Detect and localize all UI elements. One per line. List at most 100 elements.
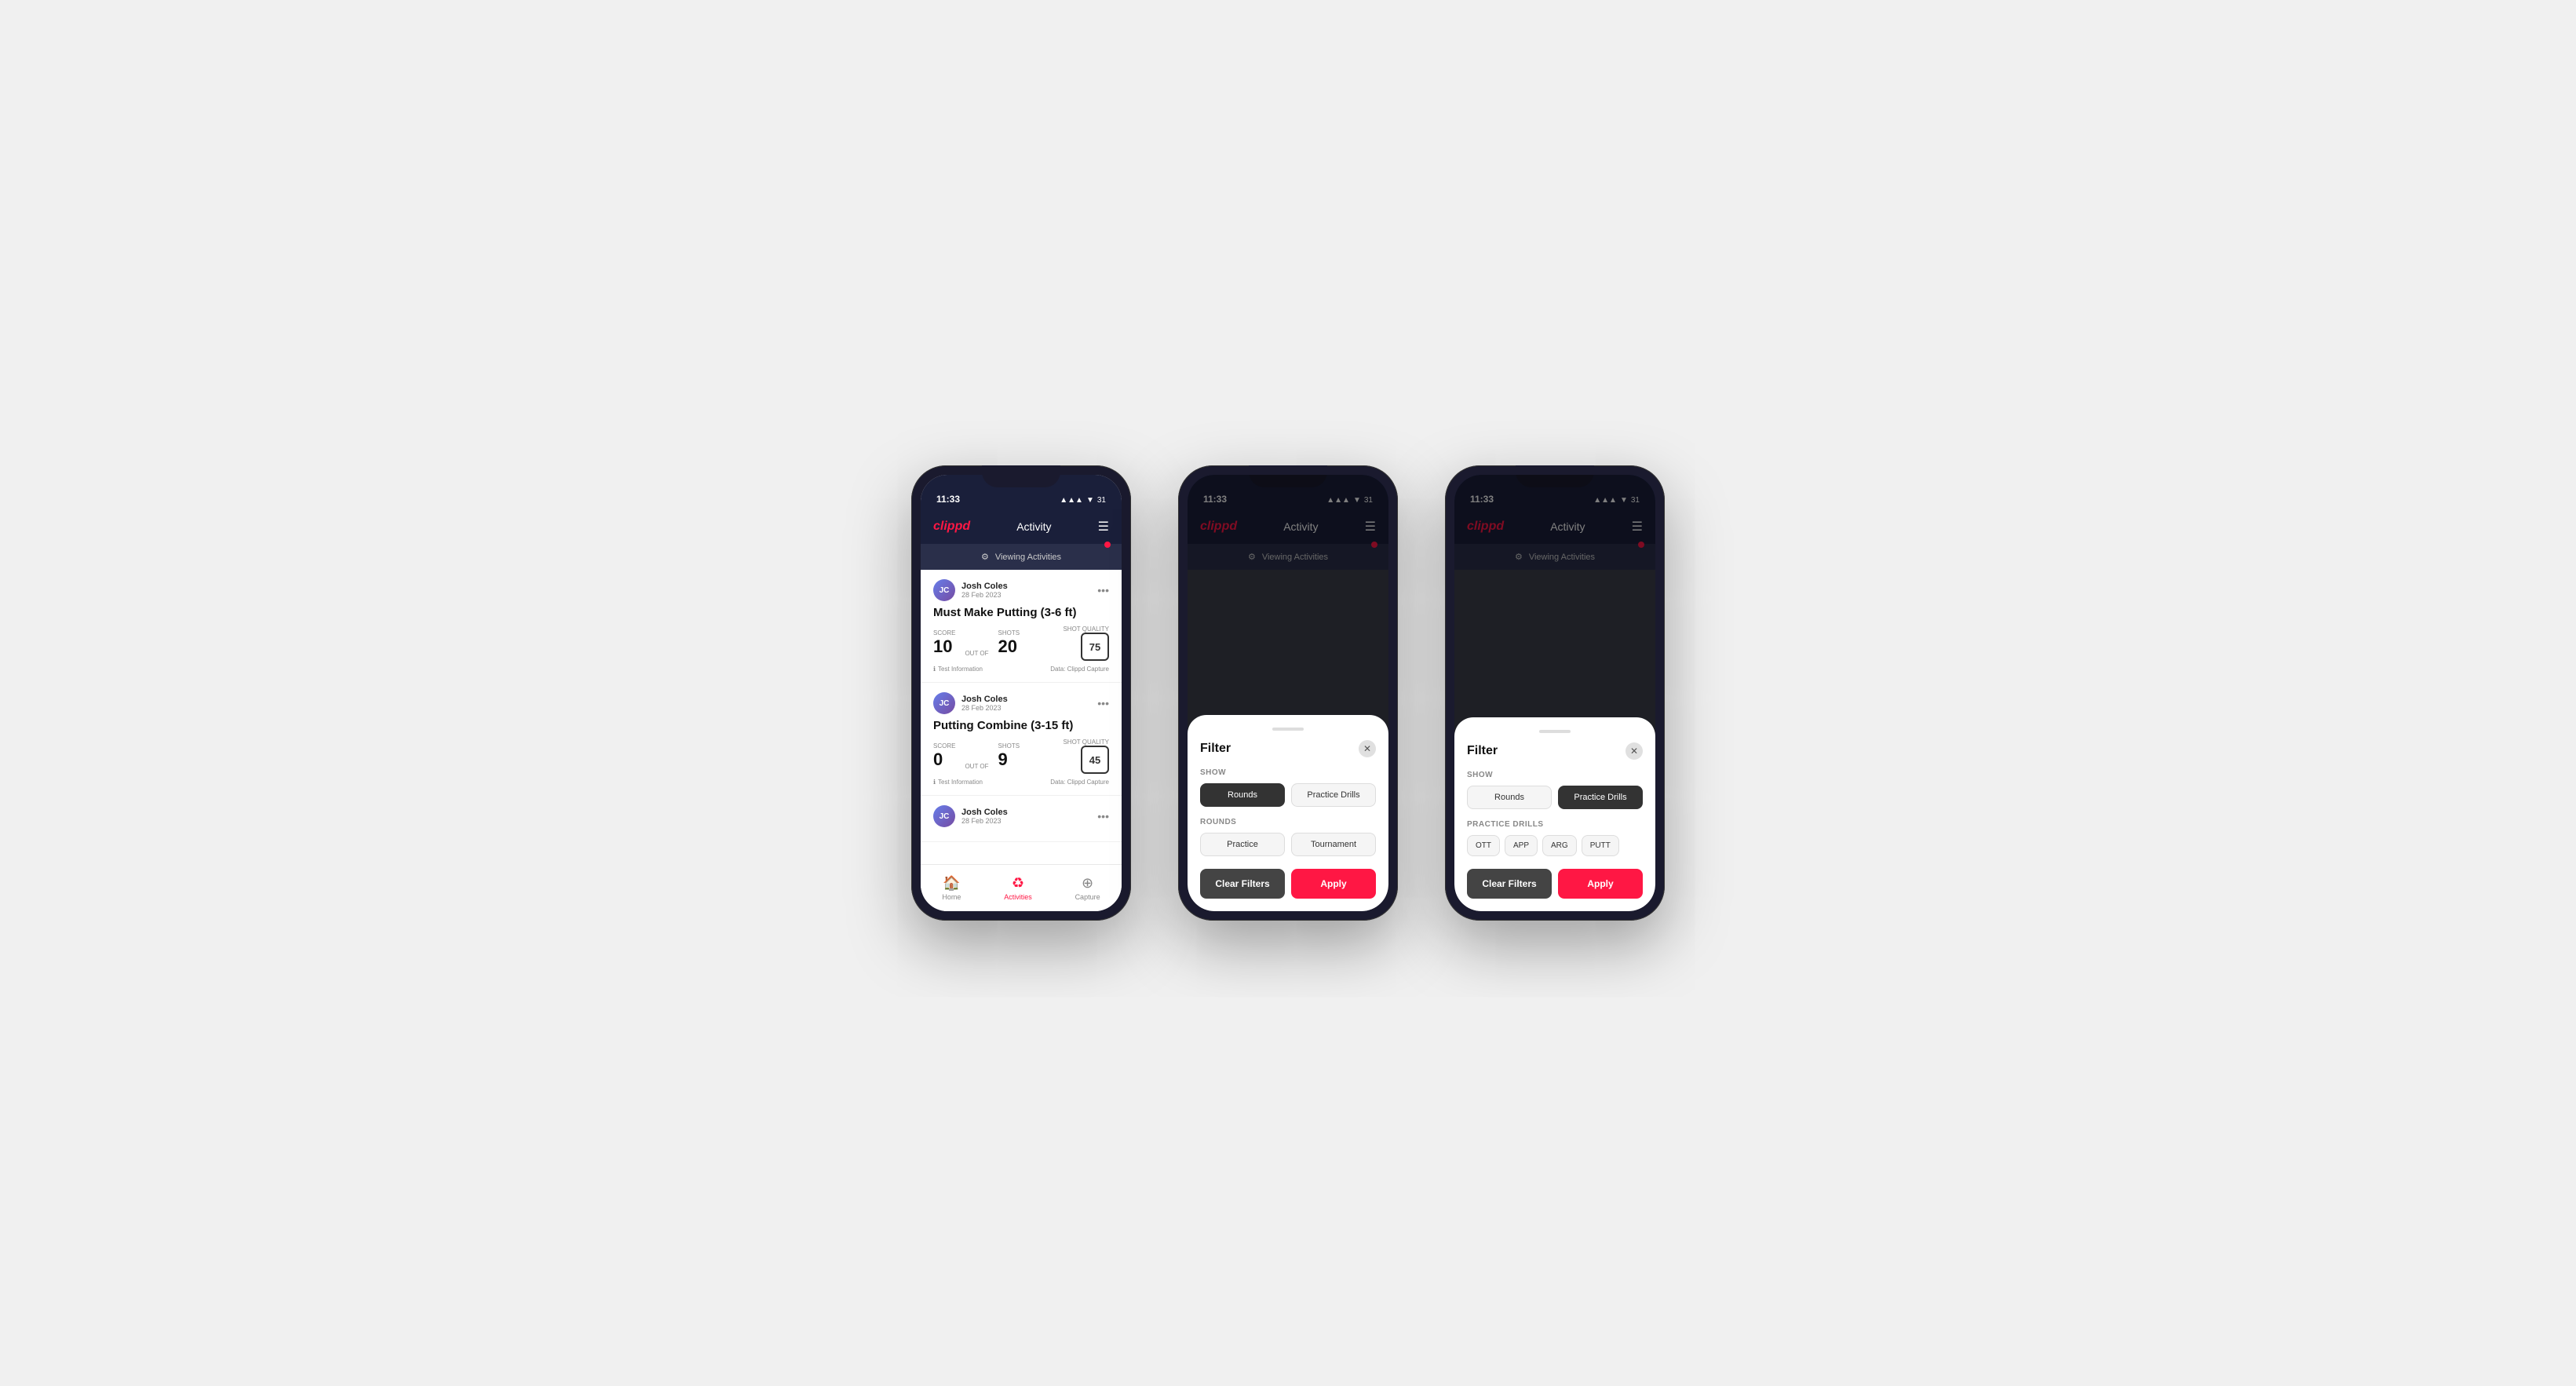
user-info-1: JC Josh Coles 28 Feb 2023 [933,579,1008,601]
show-btn-row-3: Rounds Practice Drills [1467,786,1643,809]
filter-actions-2: Clear Filters Apply [1200,869,1376,899]
card-footer-2: ℹ Test Information Data: Clippd Capture [933,779,1109,786]
phone-3: 11:33 ▲▲▲ ▼ 31 clippd Activity ☰ ⚙ Viewi… [1445,465,1665,921]
card-header-2: JC Josh Coles 28 Feb 2023 ••• [933,692,1109,714]
shots-label-2: Shots [998,742,1020,750]
viewing-label-1: Viewing Activities [995,553,1061,562]
filter-title-2: Filter [1200,742,1231,756]
user-date-2: 28 Feb 2023 [961,704,1008,712]
bottom-nav-1: 🏠 Home ♻ Activities ⊕ Capture [921,864,1122,911]
user-date-1: 28 Feb 2023 [961,591,1008,599]
wifi-icon: ▼ [1086,496,1094,505]
viewing-bar-wrapper-1: ⚙ Viewing Activities [921,544,1122,570]
practice-round-btn-2[interactable]: Practice [1200,833,1285,856]
card-footer-1: ℹ Test Information Data: Clippd Capture [933,666,1109,673]
out-of-2: OUT OF [965,763,988,770]
battery-icon: 31 [1097,496,1106,505]
practice-drills-show-btn-2[interactable]: Practice Drills [1291,783,1376,807]
more-btn-2[interactable]: ••• [1097,697,1109,709]
activities-label: Activities [1004,893,1032,901]
avatar-3: JC [933,805,955,827]
data-info-1: Data: Clippd Capture [1050,666,1109,673]
card-header-1: JC Josh Coles 28 Feb 2023 ••• [933,579,1109,601]
nav-item-capture-1[interactable]: ⊕ Capture [1075,875,1100,901]
filter-icon: ⚙ [981,552,989,562]
drill-btn-row-3: OTT APP ARG PUTT [1467,835,1643,856]
practice-drills-section-label-3: Practice Drills [1467,820,1643,829]
rounds-section-label-2: Rounds [1200,818,1376,826]
status-time-1: 11:33 [936,494,960,505]
show-label-3: Show [1467,771,1643,779]
phone-1: 11:33 ▲▲▲ ▼ 31 clippd Activity ☰ ⚙ Viewi… [911,465,1131,921]
activity-card-2: JC Josh Coles 28 Feb 2023 ••• Putting Co… [921,683,1122,796]
score-label-2: Score [933,742,955,750]
practice-drills-show-btn-3[interactable]: Practice Drills [1558,786,1643,809]
viewing-bar-1[interactable]: ⚙ Viewing Activities [921,544,1122,570]
more-btn-1[interactable]: ••• [1097,584,1109,596]
activities-icon: ♻ [1012,875,1024,892]
card-header-3: JC Josh Coles 28 Feb 2023 ••• [933,805,1109,827]
filter-title-3: Filter [1467,744,1498,758]
capture-label: Capture [1075,893,1100,901]
drag-handle-2 [1272,728,1304,731]
red-dot-1 [1104,542,1111,548]
home-icon: 🏠 [943,875,960,892]
sq-badge-1: 75 [1081,633,1109,661]
rounds-show-btn-2[interactable]: Rounds [1200,783,1285,807]
status-icons-1: ▲▲▲ ▼ 31 [1060,496,1106,505]
tournament-btn-2[interactable]: Tournament [1291,833,1376,856]
logo-1: clippd [933,520,970,534]
user-name-1: Josh Coles [961,582,1008,591]
putt-btn-3[interactable]: PUTT [1582,835,1619,856]
show-label-2: Show [1200,768,1376,777]
home-label: Home [942,893,961,901]
menu-icon-1[interactable]: ☰ [1098,519,1109,534]
rounds-show-btn-3[interactable]: Rounds [1467,786,1552,809]
nav-header-1: clippd Activity ☰ [921,509,1122,544]
filter-sheet-2: Filter ✕ Show Rounds Practice Drills Rou… [1188,715,1388,911]
filter-header-3: Filter ✕ [1467,742,1643,760]
filter-close-2[interactable]: ✕ [1359,740,1376,757]
nav-title-1: Activity [1016,520,1051,533]
scene: 11:33 ▲▲▲ ▼ 31 clippd Activity ☰ ⚙ Viewi… [864,418,1712,968]
more-btn-3[interactable]: ••• [1097,810,1109,822]
avatar-2: JC [933,692,955,714]
sq-label-2: Shot Quality [1063,739,1109,746]
stats-row-1: Score 10 OUT OF Shots 20 Shot Quality 75 [933,626,1109,661]
user-name-3: Josh Coles [961,808,1008,817]
user-info-2: JC Josh Coles 28 Feb 2023 [933,692,1008,714]
test-info-1[interactable]: ℹ Test Information [933,666,983,673]
rounds-type-row-2: Practice Tournament [1200,833,1376,856]
score-label-1: Score [933,629,955,636]
score-value-1: 10 [933,636,955,657]
sq-badge-2: 45 [1081,746,1109,774]
signal-icon: ▲▲▲ [1060,496,1083,505]
app-btn-3[interactable]: APP [1505,835,1538,856]
nav-item-home-1[interactable]: 🏠 Home [942,875,961,901]
show-btn-row-2: Rounds Practice Drills [1200,783,1376,807]
filter-header-2: Filter ✕ [1200,740,1376,757]
capture-icon: ⊕ [1082,875,1093,892]
clear-btn-2[interactable]: Clear Filters [1200,869,1285,899]
apply-btn-2[interactable]: Apply [1291,869,1376,899]
activity-card-3: JC Josh Coles 28 Feb 2023 ••• [921,796,1122,842]
filter-close-3[interactable]: ✕ [1626,742,1643,760]
activity-card-1: JC Josh Coles 28 Feb 2023 ••• Must Make … [921,570,1122,683]
apply-btn-3[interactable]: Apply [1558,869,1643,899]
user-info-3: JC Josh Coles 28 Feb 2023 [933,805,1008,827]
stats-row-2: Score 0 OUT OF Shots 9 Shot Quality 45 [933,739,1109,774]
filter-sheet-3: Filter ✕ Show Rounds Practice Drills Pra… [1454,717,1655,911]
test-info-2[interactable]: ℹ Test Information [933,779,983,786]
nav-item-activities-1[interactable]: ♻ Activities [1004,875,1032,901]
notch [982,465,1060,487]
clear-btn-3[interactable]: Clear Filters [1467,869,1552,899]
score-value-2: 0 [933,750,955,770]
shots-value-1: 20 [998,636,1020,657]
phone-content-1: JC Josh Coles 28 Feb 2023 ••• Must Make … [921,570,1122,864]
avatar-1: JC [933,579,955,601]
phone-2: 11:33 ▲▲▲ ▼ 31 clippd Activity ☰ ⚙ Viewi… [1178,465,1398,921]
ott-btn-3[interactable]: OTT [1467,835,1500,856]
filter-actions-3: Clear Filters Apply [1467,869,1643,899]
shots-label-1: Shots [998,629,1020,636]
arg-btn-3[interactable]: ARG [1542,835,1577,856]
